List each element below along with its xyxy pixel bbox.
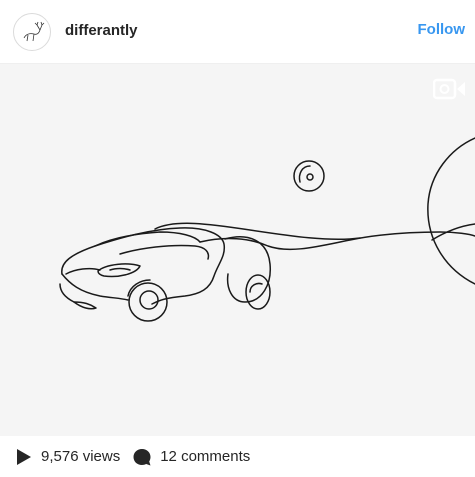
post-header: differantly Follow	[0, 0, 475, 64]
post-footer: 9,576 views 12 comments	[0, 436, 475, 477]
follow-button[interactable]: Follow	[418, 21, 466, 38]
deer-sketch-avatar-icon[interactable]	[13, 13, 51, 51]
instagram-post: differantly Follow 9,576 views 12 commen…	[0, 0, 475, 477]
views-count: 9,576 views	[41, 448, 121, 465]
play-icon[interactable]	[16, 448, 32, 466]
comments-count[interactable]: 12 comments	[160, 448, 250, 465]
comment-bubble-icon[interactable]	[132, 447, 152, 467]
views-stat: 9,576 views	[0, 448, 120, 466]
line-drawing-car	[59, 137, 475, 322]
comments-stat: 12 comments	[120, 447, 250, 467]
username[interactable]: differantly	[65, 22, 138, 39]
video-camera-icon	[432, 78, 467, 100]
post-video[interactable]	[0, 64, 475, 436]
